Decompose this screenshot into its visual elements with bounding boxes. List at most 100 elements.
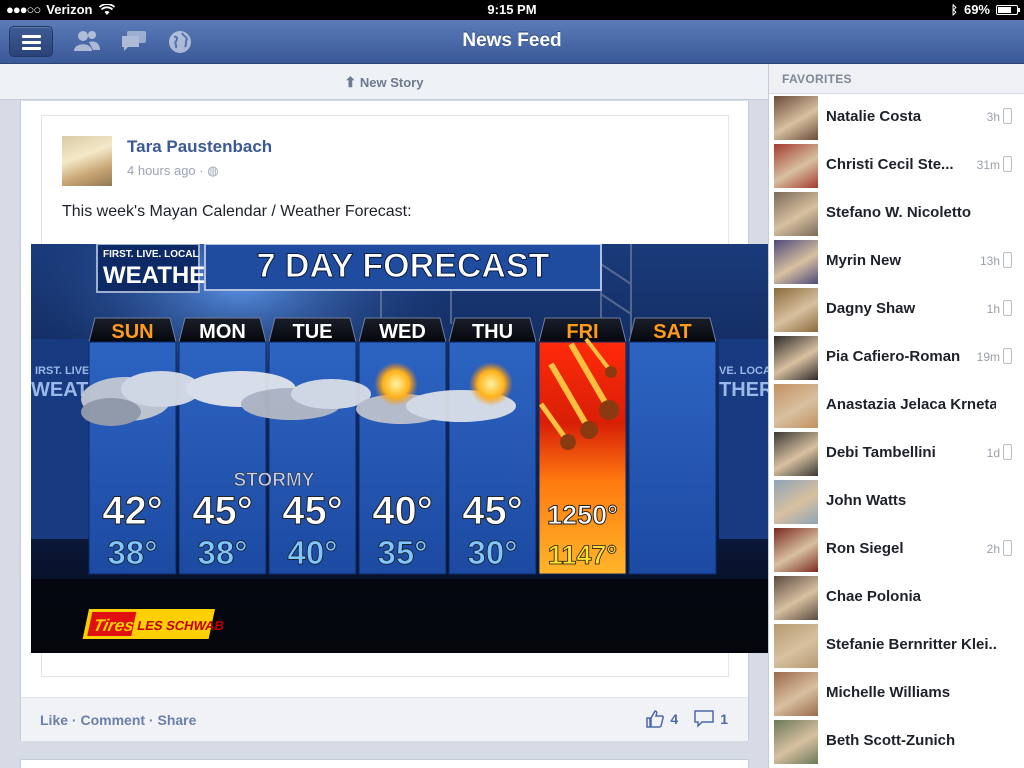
brand-top: FIRST. LIVE. LOCAL	[103, 249, 199, 260]
favorite-name: Ron Siegel	[826, 540, 904, 557]
last-active: 3h	[986, 110, 1000, 124]
day-label: FRI	[566, 321, 598, 343]
comment-count: 1	[720, 711, 728, 727]
author-name[interactable]: Tara Paustenbach	[127, 137, 272, 157]
last-active: 1d	[986, 446, 1000, 460]
comment-bubble-icon	[694, 710, 714, 728]
low-temp: 38°	[198, 534, 248, 571]
weather-forecast-image[interactable]: IRST. LIVE WEAT VE. LOCAL THER FIRST. LI…	[31, 244, 768, 653]
sponsor-logo: Tires LES SCHWAB	[82, 609, 226, 639]
stormy-label: STORMY	[234, 470, 315, 491]
avatar	[774, 336, 818, 380]
avatar	[774, 288, 818, 332]
favorite-name: Debi Tambellini	[826, 444, 936, 461]
post-timestamp[interactable]: 4 hours ago · ◍	[127, 163, 219, 179]
favorite-item[interactable]: Debi Tambellini 1d	[769, 430, 1024, 478]
mobile-phone-icon	[1003, 300, 1012, 316]
favorites-list: Natalie Costa 3h Christi Cecil Ste... 31m St…	[769, 94, 1024, 766]
like-link[interactable]: Like	[40, 712, 68, 728]
nav-bar: News Feed	[0, 20, 1024, 64]
favorite-item[interactable]: Stefano W. Nicoletto	[769, 190, 1024, 238]
favorite-name: Dagny Shaw	[826, 300, 916, 317]
favorites-header: FAVORITES	[769, 64, 1024, 94]
status-bar: ●●●○○ Verizon 9:15 PM ᛒ 69%	[0, 0, 1024, 20]
bluetooth-icon: ᛒ	[950, 2, 958, 17]
day-label: TUE	[293, 321, 333, 343]
avatar	[774, 96, 818, 140]
day-label: MON	[199, 321, 246, 343]
favorite-item[interactable]: Dagny Shaw 1h	[769, 286, 1024, 334]
favorite-item[interactable]: Anastazia Jelaca Krneta	[769, 382, 1024, 430]
post-counts[interactable]: 4 1	[646, 710, 728, 728]
favorite-name: Stefanie Bernritter Klei...	[826, 636, 996, 653]
avatar	[774, 528, 818, 572]
low-temp: 40°	[288, 534, 338, 571]
favorite-item[interactable]: Ron Siegel 2h	[769, 526, 1024, 574]
mobile-phone-icon	[1003, 444, 1012, 460]
high-temp: 45°	[192, 489, 253, 533]
comment-link[interactable]: Comment	[80, 712, 145, 728]
last-active: 13h	[979, 254, 1000, 268]
favorite-name: John Watts	[826, 492, 907, 509]
favorite-name: Myrin New	[826, 252, 902, 269]
favorite-name: Christi Cecil Ste...	[826, 156, 954, 173]
last-active: 2h	[986, 542, 1000, 556]
forecast-title: 7 DAY FORECAST	[257, 247, 550, 285]
day-label: THU	[472, 321, 513, 343]
mobile-phone-icon	[1003, 348, 1012, 364]
favorite-item[interactable]: Myrin New 13h	[769, 238, 1024, 286]
favorite-item[interactable]: Pia Cafiero-Roman 19m	[769, 334, 1024, 382]
high-temp: 42°	[102, 489, 163, 533]
post-text: This week's Mayan Calendar / Weather For…	[62, 203, 412, 220]
avatar	[774, 432, 818, 476]
feed-post: Tara Paustenbach 4 hours ago · ◍ This we…	[20, 101, 768, 741]
avatar	[774, 192, 818, 236]
avatar	[774, 576, 818, 620]
favorite-item[interactable]: Beth Scott-Zunich	[769, 718, 1024, 766]
low-temp: 35°	[378, 534, 428, 571]
mobile-phone-icon	[1003, 156, 1012, 172]
last-active: 1h	[986, 302, 1000, 316]
low-temp: 1147°	[548, 540, 617, 570]
public-globe-icon: ◍	[207, 163, 219, 178]
thumbs-up-icon	[646, 710, 665, 728]
favorite-name: Michelle Williams	[826, 684, 951, 701]
favorite-name: Beth Scott-Zunich	[826, 732, 956, 749]
favorite-item[interactable]: John Watts	[769, 478, 1024, 526]
post-footer: Like · Comment · Share 4 1	[21, 697, 748, 741]
share-link[interactable]: Share	[157, 712, 196, 728]
day-column	[628, 341, 717, 575]
avatar	[774, 384, 818, 428]
side-right-text-2: THER	[719, 379, 768, 401]
avatar	[774, 672, 818, 716]
mobile-phone-icon	[1003, 108, 1012, 124]
high-temp: 40°	[372, 489, 433, 533]
high-temp: 45°	[282, 489, 343, 533]
favorite-item[interactable]: Stefanie Bernritter Klei...	[769, 622, 1024, 670]
favorite-name: Stefano W. Nicoletto	[826, 204, 972, 221]
high-temp: 1250°	[547, 500, 618, 530]
next-feed-post	[20, 759, 749, 768]
forecast-title-banner: 7 DAY FORECAST	[204, 244, 602, 291]
author-avatar[interactable]	[62, 136, 112, 186]
high-temp: 45°	[462, 489, 523, 533]
day-label: WED	[379, 321, 426, 343]
news-feed[interactable]: Tara Paustenbach 4 hours ago · ◍ This we…	[0, 101, 768, 768]
favorite-item[interactable]: Christi Cecil Ste... 31m	[769, 142, 1024, 190]
new-story-button[interactable]: ⬆ New Story	[0, 64, 768, 100]
favorite-item[interactable]: Chae Polonia	[769, 574, 1024, 622]
favorite-item[interactable]: Michelle Williams	[769, 670, 1024, 718]
low-temp: 30°	[468, 534, 518, 571]
new-story-label: New Story	[359, 75, 424, 90]
up-arrow-icon: ⬆	[344, 74, 357, 90]
last-active: 19m	[976, 350, 1000, 364]
page-title: News Feed	[462, 30, 562, 51]
low-temp: 38°	[108, 534, 158, 571]
side-right-text: VE. LOCAL	[719, 365, 768, 377]
favorites-sidebar[interactable]: FAVORITES Natalie Costa 3h Christi Cecil S…	[768, 64, 1024, 768]
mobile-phone-icon	[1003, 252, 1012, 268]
favorite-item[interactable]: Natalie Costa 3h	[769, 94, 1024, 142]
mobile-phone-icon	[1003, 540, 1012, 556]
day-label: SUN	[111, 321, 153, 343]
last-active: 31m	[976, 158, 1000, 172]
